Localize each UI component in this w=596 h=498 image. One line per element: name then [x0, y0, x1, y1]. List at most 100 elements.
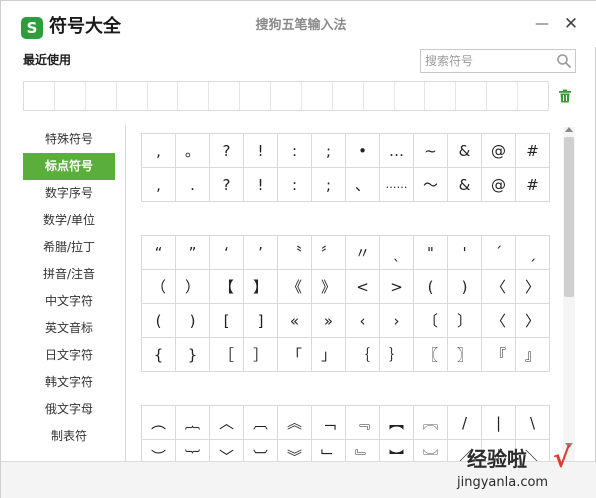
sidebar-item-category[interactable]: 数字序号: [23, 180, 115, 207]
symbol-cell[interactable]: 【: [210, 270, 244, 304]
symbol-cell[interactable]: ?: [210, 168, 244, 202]
symbol-cell[interactable]: “: [142, 236, 176, 270]
sidebar-item-category[interactable]: 韩文字符: [23, 369, 115, 396]
symbol-cell[interactable]: 〉: [516, 304, 550, 338]
symbol-cell[interactable]: 〈: [482, 270, 516, 304]
symbol-cell[interactable]: ”: [176, 236, 210, 270]
symbol-cell[interactable]: {: [142, 338, 176, 372]
symbol-cell[interactable]: ‘: [210, 236, 244, 270]
minimize-button[interactable]: —: [534, 13, 550, 35]
recent-symbol-slot[interactable]: [395, 82, 426, 110]
symbol-cell[interactable]: ｝: [380, 338, 414, 372]
symbol-cell[interactable]: ]: [244, 304, 278, 338]
recent-symbol-slot[interactable]: [518, 82, 548, 110]
sidebar-item-category[interactable]: 英文音标: [23, 315, 115, 342]
sidebar-item-category[interactable]: 俄文字母: [23, 396, 115, 423]
close-button[interactable]: ✕: [562, 13, 580, 35]
symbol-cell[interactable]: 〗: [448, 338, 482, 372]
symbol-cell[interactable]: (: [142, 304, 176, 338]
recent-symbol-slot[interactable]: [24, 82, 55, 110]
symbol-cell[interactable]: ˏ: [516, 236, 550, 270]
recent-symbol-slot[interactable]: [425, 82, 457, 110]
symbol-cell[interactable]: 〕: [448, 304, 482, 338]
symbol-cell[interactable]: @: [482, 134, 516, 168]
symbol-cell[interactable]: 〈: [482, 304, 516, 338]
symbol-cell[interactable]: ︻: [380, 406, 414, 440]
symbol-cell[interactable]: ;: [312, 134, 346, 168]
symbol-cell[interactable]: ): [448, 270, 482, 304]
symbol-cell[interactable]: 」: [312, 338, 346, 372]
symbol-cell[interactable]: ,: [142, 134, 176, 168]
recent-symbol-slot[interactable]: [456, 82, 488, 110]
recent-symbol-slot[interactable]: [86, 82, 117, 110]
symbol-cell[interactable]: /: [448, 406, 482, 440]
search-icon[interactable]: [556, 53, 572, 69]
symbol-cell[interactable]: ～: [414, 168, 448, 202]
symbol-cell[interactable]: [: [210, 304, 244, 338]
symbol-cell[interactable]: !: [244, 168, 278, 202]
symbol-cell[interactable]: <: [346, 270, 380, 304]
symbol-cell[interactable]: ﹄: [346, 440, 380, 461]
search-box[interactable]: [420, 49, 576, 73]
symbol-cell[interactable]: ……: [380, 168, 414, 202]
symbol-cell[interactable]: 〉: [516, 270, 550, 304]
symbol-cell[interactable]: ︿: [210, 406, 244, 440]
symbol-cell[interactable]: 〔: [414, 304, 448, 338]
symbol-cell[interactable]: ︶: [142, 440, 176, 461]
symbol-cell[interactable]: ︗: [414, 406, 448, 440]
symbol-cell[interactable]: .: [176, 168, 210, 202]
recent-symbol-slot[interactable]: [178, 82, 210, 110]
symbol-cell[interactable]: ˊ: [482, 236, 516, 270]
symbol-cell[interactable]: »: [312, 304, 346, 338]
sidebar-item-category[interactable]: 标点符号: [23, 153, 115, 180]
symbol-cell[interactable]: #: [516, 168, 550, 202]
search-input[interactable]: [425, 52, 549, 70]
symbol-cell[interactable]: ;: [312, 168, 346, 202]
scroll-up-arrow-icon[interactable]: [565, 127, 573, 132]
symbol-cell[interactable]: ［: [210, 338, 244, 372]
scroll-thumb[interactable]: [564, 137, 574, 297]
symbol-cell[interactable]: ］: [244, 338, 278, 372]
symbol-cell[interactable]: ︘: [414, 440, 448, 461]
sidebar-item-category[interactable]: 特殊符号: [23, 126, 115, 153]
symbol-cell[interactable]: &: [448, 134, 482, 168]
recent-symbol-slot[interactable]: [271, 82, 302, 110]
recent-symbol-slot[interactable]: [364, 82, 395, 110]
symbol-cell[interactable]: 「: [278, 338, 312, 372]
symbol-cell[interactable]: 、: [346, 168, 380, 202]
symbol-cell[interactable]: ﹃: [346, 406, 380, 440]
symbol-cell[interactable]: &: [448, 168, 482, 202]
recent-symbol-slot[interactable]: [148, 82, 179, 110]
symbol-cell[interactable]: ｛: [346, 338, 380, 372]
symbol-cell[interactable]: ︸: [176, 440, 210, 461]
symbol-cell[interactable]: ﹁: [312, 406, 346, 440]
symbol-cell[interactable]: 〃: [346, 236, 380, 270]
symbol-cell[interactable]: ︼: [380, 440, 414, 461]
symbol-cell[interactable]: ﹀: [210, 440, 244, 461]
symbol-cell[interactable]: ）: [176, 270, 210, 304]
symbol-cell[interactable]: ~: [414, 134, 448, 168]
symbol-cell[interactable]: 〖: [414, 338, 448, 372]
symbol-cell[interactable]: （: [142, 270, 176, 304]
sidebar-item-category[interactable]: 数学/单位: [23, 207, 115, 234]
recent-symbol-slot[interactable]: [333, 82, 364, 110]
symbol-cell[interactable]: ,: [142, 168, 176, 202]
sidebar-item-category[interactable]: 拼音/注音: [23, 261, 115, 288]
symbol-cell[interactable]: «: [278, 304, 312, 338]
symbol-cell[interactable]: ﹂: [312, 440, 346, 461]
symbol-cell[interactable]: !: [244, 134, 278, 168]
recent-symbol-slot[interactable]: [487, 82, 518, 110]
symbol-cell[interactable]: ︹: [244, 406, 278, 440]
vertical-scrollbar[interactable]: [563, 127, 575, 461]
symbol-cell[interactable]: >: [380, 270, 414, 304]
symbol-cell[interactable]: 。: [176, 134, 210, 168]
symbol-cell[interactable]: 】: [244, 270, 278, 304]
symbol-cell[interactable]: :: [278, 168, 312, 202]
sidebar-item-category[interactable]: 日文字符: [23, 342, 115, 369]
symbol-cell[interactable]: ?: [210, 134, 244, 168]
symbol-cell[interactable]: 〝: [278, 236, 312, 270]
symbol-cell[interactable]: 》: [312, 270, 346, 304]
sidebar-item-category[interactable]: 制表符: [23, 423, 115, 450]
recent-symbol-slot[interactable]: [302, 82, 333, 110]
symbol-cell[interactable]: ': [448, 236, 482, 270]
